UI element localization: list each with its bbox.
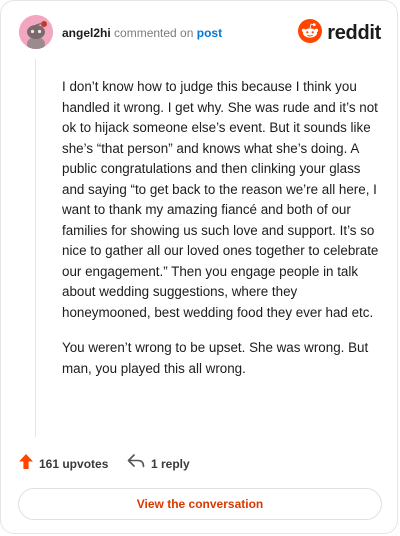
post-link[interactable]: post: [197, 26, 222, 40]
comment-paragraph: You weren’t wrong to be upset. She was w…: [62, 340, 369, 376]
comment-paragraph: I don’t know how to judge this because I…: [62, 79, 379, 320]
upvote-count: 161 upvotes: [39, 457, 109, 471]
comment-meta: angel2hi commented on post: [62, 26, 222, 40]
reddit-logo-icon: [298, 18, 323, 48]
view-conversation-button[interactable]: View the conversation: [18, 488, 382, 520]
reply-count: 1 reply: [151, 456, 190, 471]
comment-actions: 161 upvotes 1 reply: [19, 454, 379, 476]
comment-body: I don’t know how to judge this because I…: [62, 77, 380, 394]
upvote-arrow-icon: [19, 454, 33, 474]
reddit-brand[interactable]: reddit: [298, 18, 381, 48]
comment-card: angel2hi commented on post reddit I don’…: [0, 0, 398, 534]
reply-arrow-icon: [127, 454, 145, 473]
username-link[interactable]: angel2hi: [62, 26, 111, 40]
thread-line: [35, 59, 36, 437]
reddit-wordmark: reddit: [327, 21, 381, 44]
user-avatar-icon[interactable]: [19, 15, 53, 49]
upvote-button[interactable]: 161 upvotes: [19, 454, 108, 474]
reply-button[interactable]: 1 reply: [127, 454, 190, 473]
comment-header: angel2hi commented on post reddit: [19, 15, 381, 55]
commented-on-text: commented on: [114, 26, 194, 40]
